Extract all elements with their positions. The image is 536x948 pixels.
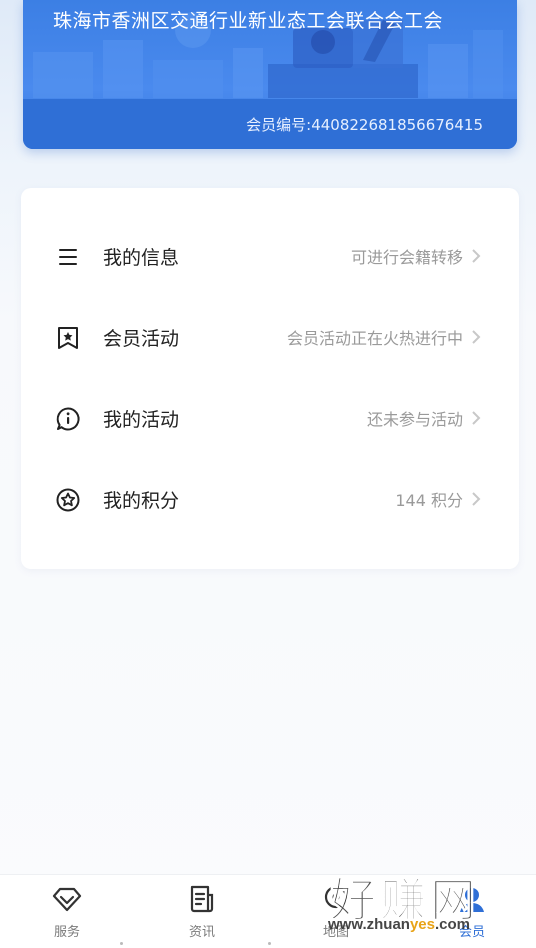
menu-label: 我的信息 [103, 246, 180, 269]
bookmark-star-icon [54, 324, 82, 352]
menu-hint: 144 积分 [395, 491, 463, 510]
member-number: 会员编号:440822681856676415 [246, 114, 483, 135]
menu-item-member-activities[interactable]: 会员活动 会员活动正在火热进行中 [21, 307, 519, 367]
tab-label: 资讯 [188, 925, 215, 940]
watermark-url-part: www.zhuan [328, 916, 410, 933]
tab-label: 服务 [53, 925, 80, 940]
menu-label: 我的积分 [103, 489, 180, 512]
tab-news[interactable]: 资讯 [157, 883, 247, 945]
membership-card: 珠海市香洲区交通行业新业态工会联合会工会 会员编号:44082268185667… [23, 0, 517, 149]
member-number-label: 会员编号: [246, 116, 312, 134]
menu-item-my-activities[interactable]: 我的活动 还未参与活动 [21, 388, 519, 448]
menu-label: 我的活动 [103, 408, 180, 431]
watermark-url-accent: yes [409, 916, 435, 933]
menu-item-my-info[interactable]: 我的信息 可进行会籍转移 [21, 226, 519, 286]
menu-hint: 可进行会籍转移 [350, 248, 463, 267]
watermark-url-part: .com [434, 916, 470, 933]
heart-diamond-icon [52, 887, 82, 912]
menu-hint: 还未参与活动 [366, 410, 463, 429]
info-bubble-icon [54, 405, 82, 433]
indicator-dot [268, 942, 271, 945]
tab-services[interactable]: 服务 [22, 883, 112, 945]
list-lines-icon [54, 243, 82, 271]
site-watermark: 好赚网 www.zhuanyes.com [322, 864, 518, 946]
indicator-dot [120, 942, 123, 945]
member-number-value: 440822681856676415 [311, 116, 483, 134]
chevron-right-icon [472, 411, 481, 425]
chevron-right-icon [472, 492, 481, 506]
star-circle-icon [54, 486, 82, 514]
chevron-right-icon [472, 249, 481, 263]
menu-label: 会员活动 [103, 327, 180, 350]
menu-item-my-points[interactable]: 我的积分 144 积分 [21, 469, 519, 529]
menu-hint: 会员活动正在火热进行中 [286, 329, 463, 348]
news-document-icon [190, 885, 214, 913]
union-name: 珠海市香洲区交通行业新业态工会联合会工会 [53, 10, 444, 32]
chevron-right-icon [472, 330, 481, 344]
member-menu-panel: 我的信息 可进行会籍转移 会员活动 会员活动正在火热进行中 我的活动 还未参与活… [21, 188, 519, 569]
watermark-url: www.zhuanyes.com [328, 916, 470, 933]
